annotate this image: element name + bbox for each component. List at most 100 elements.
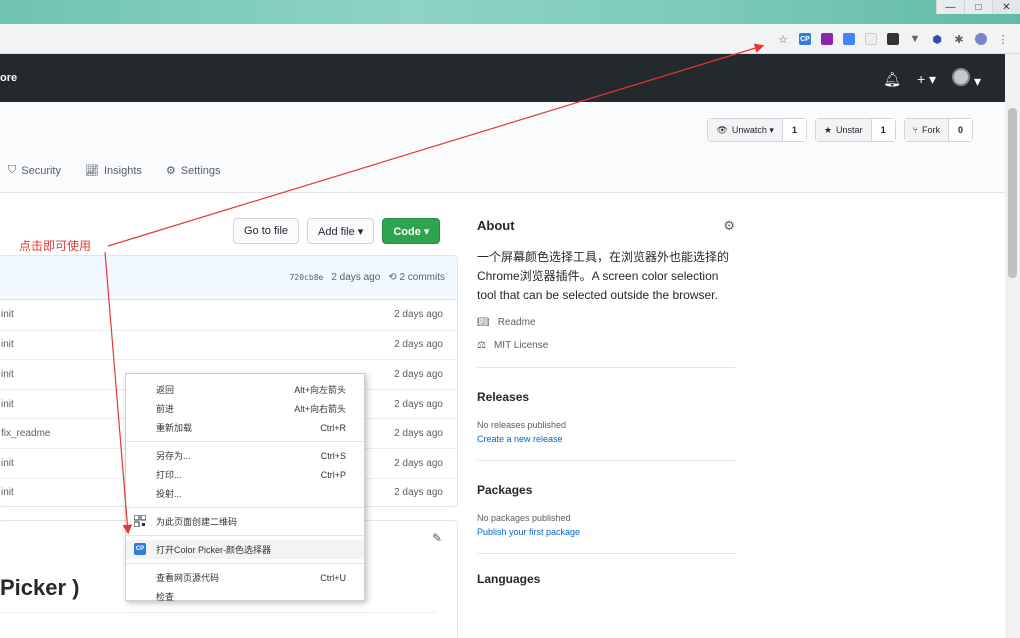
create-release-link[interactable]: Create a new release <box>477 434 735 444</box>
edit-pencil-icon[interactable]: ✎ <box>432 531 442 545</box>
unstar-group: ★ Unstar 1 <box>814 118 896 142</box>
forks-count[interactable]: 0 <box>948 119 972 141</box>
bell-icon[interactable]: 🔔︎ <box>883 71 901 88</box>
context-item-label: 另存为... <box>156 451 191 461</box>
qr-code-icon <box>134 515 146 527</box>
add-file-button[interactable]: Add file ▾ <box>307 218 375 244</box>
context-item[interactable]: 前进 Alt+向右箭头 <box>126 399 364 418</box>
gear-icon[interactable]: ⚙ <box>723 218 735 234</box>
fork-group: ⑂ Fork 0 <box>903 118 973 142</box>
tab-insights[interactable]: 📈︎ Insights <box>85 164 142 178</box>
tab-settings[interactable]: ⚙ Settings <box>166 164 221 178</box>
commit-hash[interactable]: 720cb8e <box>290 273 324 282</box>
commit-message[interactable]: init <box>1 487 14 498</box>
browser-menu-icon[interactable]: ⋮ <box>992 29 1014 49</box>
context-item[interactable]: 投射... <box>126 484 364 503</box>
unwatch-label: Unwatch ▾ <box>731 124 774 135</box>
tab-label: Settings <box>180 164 221 177</box>
license-link[interactable]: ⚖ MIT License <box>477 340 735 351</box>
context-item-label: 返回 <box>156 385 175 395</box>
context-group-navigation: 返回 Alt+向左箭头 前进 Alt+向右箭头 重新加载 Ctrl+R <box>126 380 364 437</box>
commit-age: 2 days ago <box>394 398 443 410</box>
publish-package-link[interactable]: Publish your first package <box>477 527 735 537</box>
tab-label: Insights <box>103 164 142 177</box>
avatar <box>952 68 971 86</box>
latest-commit-bar: 720cb8e 2 days ago ⟲ 2 commits <box>0 256 457 300</box>
vpn-extension-icon[interactable]: ▼ <box>904 29 926 49</box>
releases-title[interactable]: Releases <box>477 390 735 404</box>
user-menu[interactable]: ▾ <box>952 68 981 90</box>
color-picker-extension-icon[interactable]: CP <box>794 29 816 49</box>
commit-message[interactable]: init <box>1 309 14 320</box>
fork-button[interactable]: ⑂ Fork <box>904 119 949 141</box>
dark-extension-icon[interactable] <box>882 29 904 49</box>
context-item-qr[interactable]: 为此页面创建二维码 <box>126 512 364 531</box>
commit-message[interactable]: fix_readme <box>1 428 50 439</box>
context-item[interactable]: 另存为... Ctrl+S <box>126 446 364 465</box>
packages-empty: No packages published <box>477 513 571 523</box>
context-item-shortcut: Ctrl+R <box>320 422 346 433</box>
close-button[interactable]: ✕ <box>992 0 1020 14</box>
context-item-shortcut: Ctrl+S <box>320 450 346 461</box>
minimize-button[interactable]: — <box>936 0 964 14</box>
commits-link[interactable]: ⟲ 2 commits <box>388 272 445 283</box>
puzzle-icon[interactable]: ✱ <box>948 29 970 49</box>
unwatch-button[interactable]: 👁︎ Unwatch ▾ <box>708 119 783 141</box>
translate-extension-icon[interactable] <box>838 29 860 49</box>
color-picker-icon: CP <box>134 543 146 555</box>
star-icon: ★ <box>823 124 833 135</box>
unstar-button[interactable]: ★ Unstar <box>815 119 872 141</box>
file-row[interactable]: init 2 days ago <box>0 300 457 330</box>
bookmark-star-icon[interactable]: ☆ <box>772 29 794 49</box>
commit-message[interactable]: init <box>1 369 14 380</box>
header-actions: 🔔︎ + ▾ ▾ <box>883 68 981 90</box>
context-group-dev: 查看网页源代码 Ctrl+U 检查 <box>126 568 364 606</box>
stars-count[interactable]: 1 <box>871 119 895 141</box>
create-new-menu[interactable]: + ▾ <box>917 71 936 88</box>
context-item-label: 查看网页源代码 <box>156 573 220 583</box>
commit-message[interactable]: init <box>1 458 14 469</box>
context-item-label: 前进 <box>156 404 175 414</box>
about-header: About ⚙ <box>477 218 735 234</box>
file-actions: Go to file Add file ▾ Code ▾ <box>233 218 441 244</box>
eye-icon: 👁︎ <box>716 124 728 135</box>
context-item[interactable]: 打印... Ctrl+P <box>126 465 364 484</box>
shield-icon: ⛉ <box>8 164 17 176</box>
context-item[interactable]: 查看网页源代码 Ctrl+U <box>126 568 364 587</box>
explore-link[interactable]: ore <box>0 72 17 84</box>
book-icon: 📖︎ <box>477 317 490 328</box>
graph-icon: 📈︎ <box>85 165 99 177</box>
context-item-color-picker[interactable]: CP 打开Color Picker-颜色选择器 <box>126 540 364 559</box>
packages-title[interactable]: Packages <box>477 483 735 497</box>
go-to-file-button[interactable]: Go to file <box>233 218 300 244</box>
commits-count: 2 commits <box>399 272 445 283</box>
tab-security[interactable]: ⛉ Security <box>8 164 61 177</box>
maximize-button[interactable]: □ <box>964 0 992 14</box>
about-description: 一个屏幕颜色选择工具，在浏览器外也能选择的Chrome浏览器插件。A scree… <box>477 250 730 302</box>
watchers-count[interactable]: 1 <box>782 119 806 141</box>
scrollbar-thumb[interactable] <box>1008 108 1017 278</box>
context-group-page: 另存为... Ctrl+S 打印... Ctrl+P 投射... <box>126 446 364 503</box>
commit-time: 2 days ago <box>331 272 381 283</box>
context-item[interactable]: 返回 Alt+向左箭头 <box>126 380 364 399</box>
readme-link[interactable]: 📖︎ Readme <box>477 317 735 328</box>
blank-extension-icon[interactable] <box>860 29 882 49</box>
license-link-label: MIT License <box>493 340 549 351</box>
commit-age: 2 days ago <box>394 309 443 321</box>
repo-tabs: ⛉ Security 📈︎ Insights ⚙ Settings <box>0 164 221 177</box>
context-item-shortcut: Ctrl+P <box>320 469 346 480</box>
hexagon-extension-icon[interactable]: ⬢ <box>926 29 948 49</box>
profile-icon[interactable] <box>970 29 992 49</box>
context-item[interactable]: 重新加载 Ctrl+R <box>126 418 364 437</box>
context-item-label: 为此页面创建二维码 <box>156 517 238 527</box>
repo-sidebar: About ⚙ 一个屏幕颜色选择工具，在浏览器外也能选择的Chrome浏览器插件… <box>477 218 735 586</box>
annotation-label: 点击即可使用 <box>19 239 92 253</box>
purple-extension-icon[interactable] <box>816 29 838 49</box>
commit-message[interactable]: init <box>1 399 14 410</box>
file-row[interactable]: init 2 days ago <box>0 329 457 360</box>
context-item-shortcut: Ctrl+U <box>320 572 346 583</box>
context-item[interactable]: 检查 <box>126 587 364 606</box>
code-button[interactable]: Code ▾ <box>382 218 441 244</box>
commit-message[interactable]: init <box>1 339 14 350</box>
repo-actions: 👁︎ Unwatch ▾ 1 ★ Unstar 1 ⑂ Fork 0 <box>707 118 973 142</box>
